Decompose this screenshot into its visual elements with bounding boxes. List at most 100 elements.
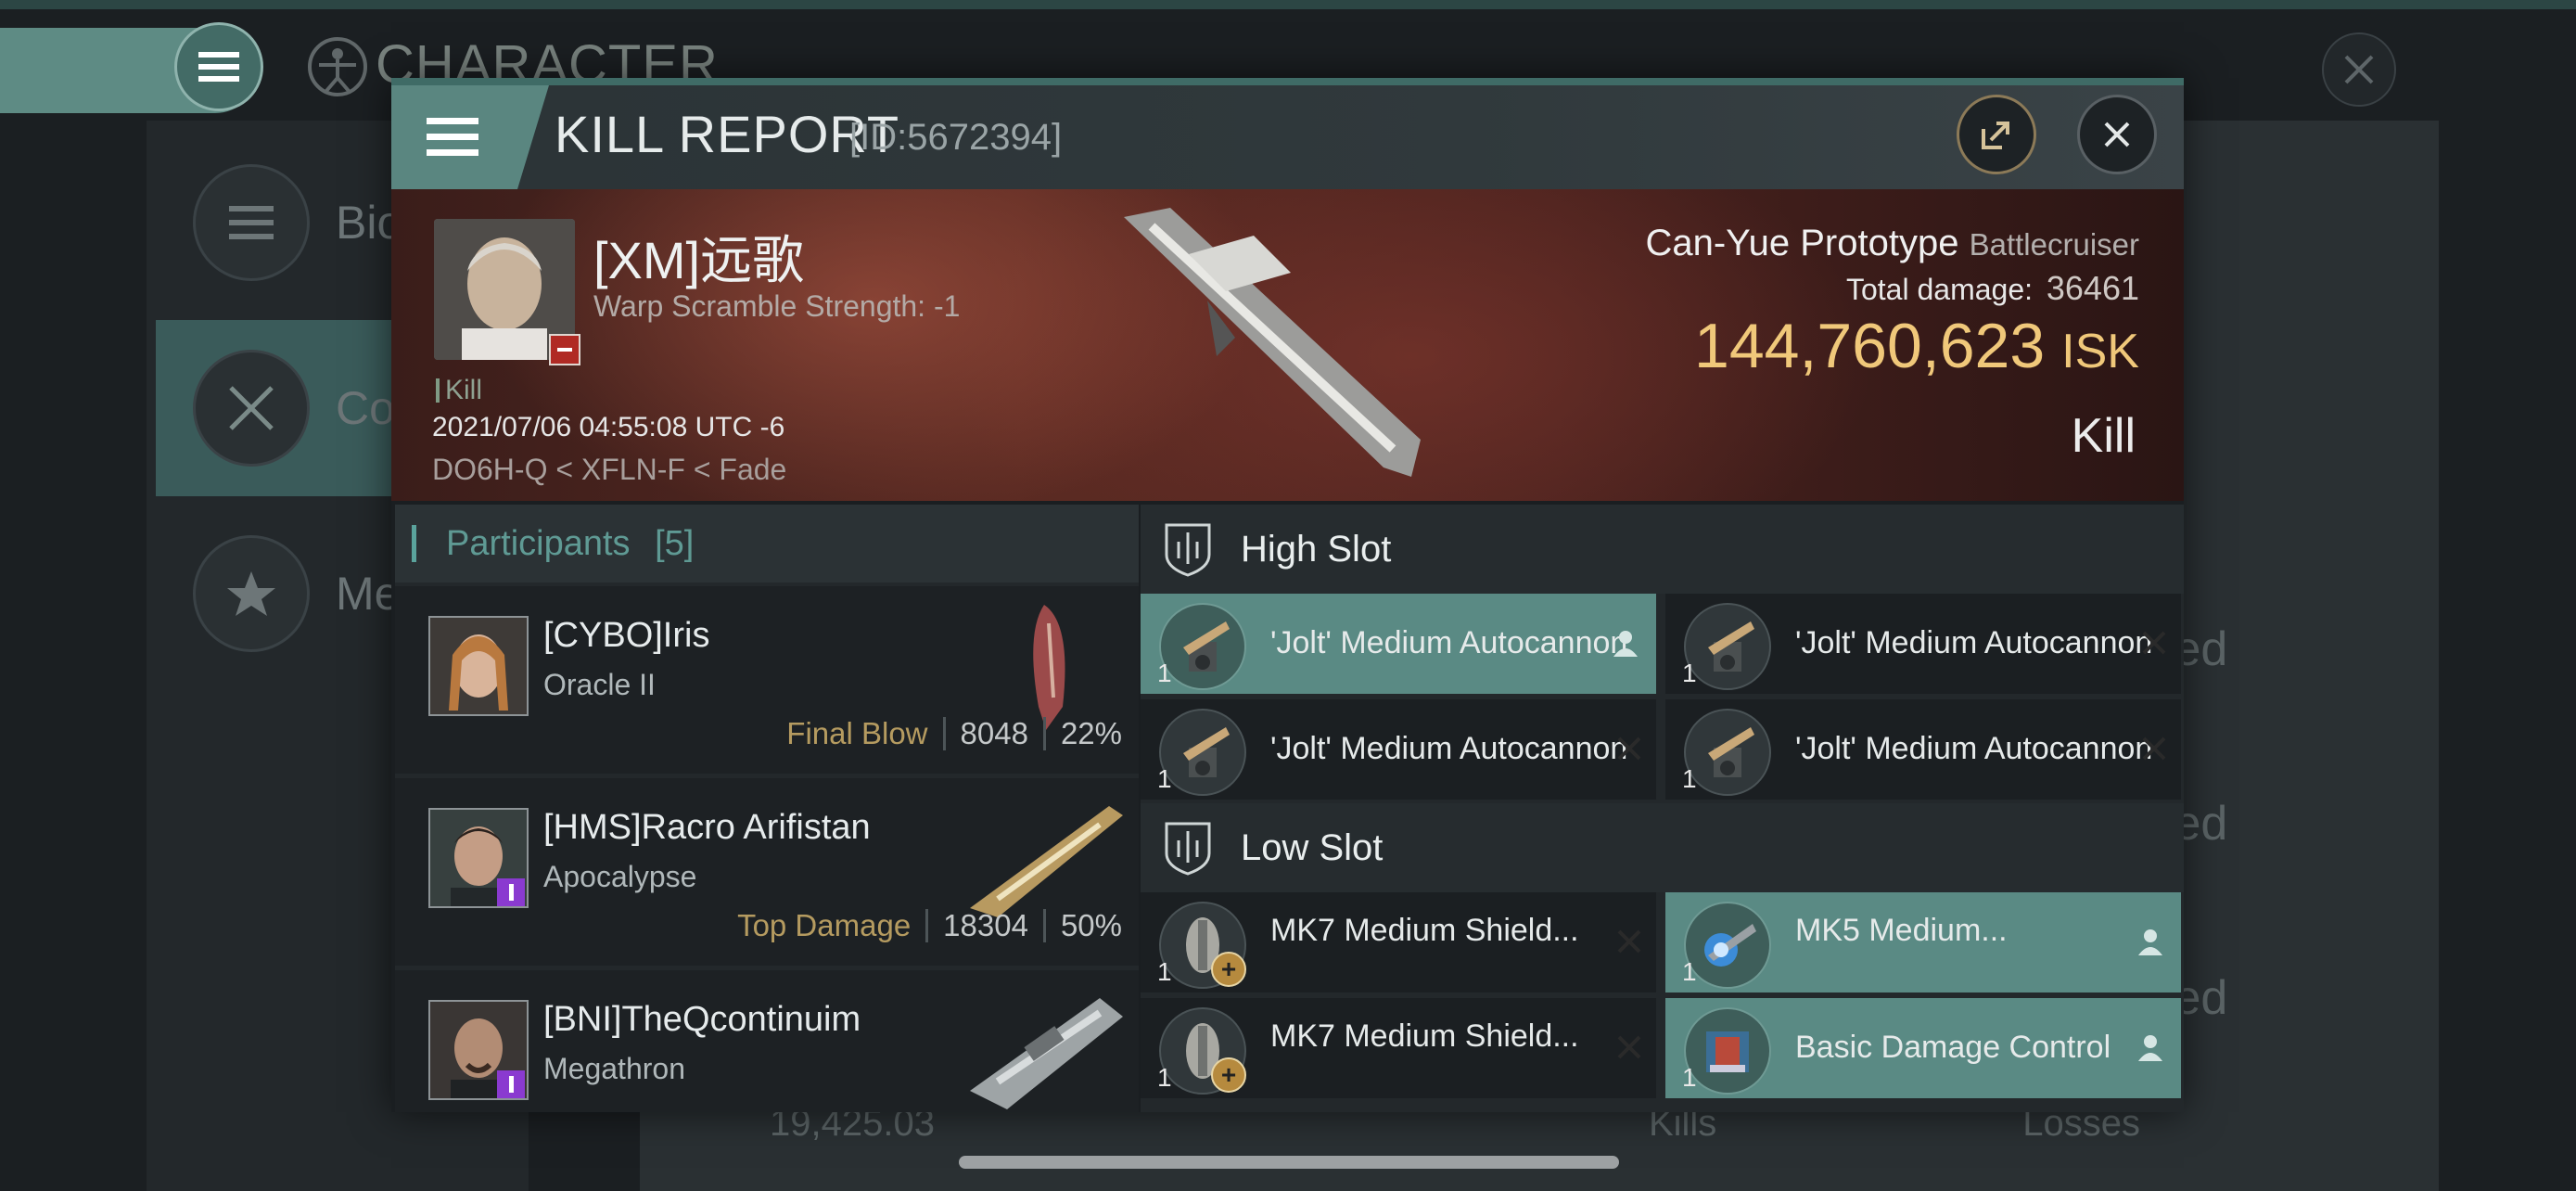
participant-portrait [428, 616, 529, 716]
high-slot-label: High Slot [1241, 528, 1392, 570]
participant-ship-image [970, 998, 1123, 1109]
home-indicator[interactable] [959, 1156, 1619, 1169]
participant-ship-image [970, 806, 1123, 917]
person-icon [2138, 1035, 2162, 1061]
character-close-button[interactable] [2322, 32, 2396, 107]
victim-banner: [XM]远歌 Warp Scramble Strength: -1 Kill 2… [391, 189, 2184, 501]
participant-row[interactable]: [HMS]Racro Arifistan Apocalypse Top Dama… [395, 778, 1139, 966]
module-qty: 1 [1157, 1063, 1172, 1092]
kill-tag: Kill [436, 375, 482, 406]
participants-header: Participants [5] [395, 505, 1139, 583]
plus-badge-icon: + [1211, 952, 1246, 987]
standing-negative-badge [549, 334, 580, 365]
participant-percent: 22% [1060, 716, 1122, 750]
dialog-accent-line [391, 78, 2184, 85]
isk-value: 144,760,623 ISK [1694, 310, 2139, 382]
isk-amount: 144,760,623 [1694, 311, 2046, 381]
total-damage: Total damage: 36461 [1846, 269, 2139, 308]
dialog-title: KILL REPORT [555, 105, 900, 163]
autocannon-icon [1684, 603, 1771, 690]
module-item[interactable]: 1 'Jolt' Medium Autocannon [1665, 699, 2181, 800]
participant-ship: Apocalypse [543, 860, 697, 893]
tab-bio-icon-wrap [193, 164, 310, 281]
corp-badge [497, 1070, 525, 1098]
participant-row[interactable]: [BNI]TheQcontinuim Megathron [395, 970, 1139, 1112]
participant-stats: Final Blow 8048 22% [786, 716, 1122, 751]
participant-tag: Top Damage [737, 908, 912, 942]
total-damage-value: 36461 [2046, 269, 2139, 307]
module-qty: 1 [1682, 659, 1697, 687]
destroyed-x-icon [1617, 736, 1641, 761]
module-item[interactable]: + 1 MK7 Medium Shield... [1141, 998, 1656, 1098]
kill-report-dialog: KILL REPORT [ID:5672394] [XM]远歌 Warp Scr… [391, 78, 2184, 1112]
autocannon-icon [1159, 709, 1246, 796]
vitruvian-man-icon [308, 37, 367, 96]
low-slot-icon [1165, 822, 1211, 876]
victim-name[interactable]: [XM]远歌 [593, 219, 804, 294]
plus-badge-icon: + [1211, 1057, 1246, 1093]
damage-control-icon [1684, 1007, 1771, 1095]
module-item[interactable]: + 1 MK7 Medium Shield... [1141, 892, 1656, 992]
low-slot-label: Low Slot [1241, 826, 1384, 868]
module-name: 'Jolt' Medium Autocannon [1795, 625, 2153, 660]
module-item[interactable]: 1 Basic Damage Control [1665, 998, 2181, 1098]
module-qty: 1 [1682, 957, 1697, 986]
ship-name[interactable]: Can-Yue Prototype [1645, 223, 1958, 263]
star-icon [227, 571, 275, 616]
module-name: 'Jolt' Medium Autocannon [1270, 731, 1628, 766]
shield-booster-icon [1684, 902, 1771, 989]
module-item[interactable]: 1 'Jolt' Medium Autocannon [1141, 699, 1656, 800]
dialog-close-button[interactable] [2077, 95, 2157, 174]
destroyed-x-icon [1617, 1035, 1641, 1059]
participant-row[interactable]: [CYBO]Iris Oracle II Final Blow 8048 22% [395, 586, 1139, 774]
module-name: 'Jolt' Medium Autocannon [1270, 625, 1628, 660]
module-qty: 1 [1682, 764, 1697, 793]
kill-location[interactable]: DO6H-Q < XFLN-F < Fade [432, 453, 786, 487]
participant-name: [CYBO]Iris [543, 616, 710, 655]
module-qty: 1 [1157, 659, 1172, 687]
participants-label: Participants [5] [446, 523, 695, 563]
share-icon [1982, 122, 2009, 149]
module-item[interactable]: 1 MK5 Medium... [1665, 892, 2181, 992]
participant-ship: Megathron [543, 1052, 685, 1085]
module-name: 'Jolt' Medium Autocannon [1795, 731, 2153, 766]
participant-damage: 8048 [960, 716, 1028, 750]
tab-combat-icon-wrap [193, 350, 310, 467]
autocannon-icon [1159, 603, 1246, 690]
hamburger-icon [198, 52, 239, 82]
low-slot-header: Low Slot [1141, 803, 2184, 892]
fitting-panel: High Slot 1 'Jolt' Medium Autocannon 1 '… [1141, 505, 2184, 1112]
person-icon [2138, 929, 2162, 955]
participant-stats: Top Damage 18304 50% [737, 908, 1122, 943]
participant-damage: 18304 [943, 908, 1028, 942]
result-label: Kill [2071, 409, 2136, 463]
participant-tag: Final Blow [786, 716, 928, 750]
autocannon-icon [1684, 709, 1771, 796]
close-icon [2344, 55, 2374, 84]
module-qty: 1 [1682, 1063, 1697, 1092]
module-item[interactable]: 1 'Jolt' Medium Autocannon [1141, 594, 1656, 694]
share-button[interactable] [1957, 95, 2036, 174]
victim-subtitle: Warp Scramble Strength: -1 [593, 289, 961, 323]
module-name: Basic Damage Control [1795, 1030, 2111, 1065]
corp-badge [497, 878, 525, 906]
tab-medals-icon-wrap [193, 535, 310, 652]
module-name: MK7 Medium Shield... [1270, 1018, 1579, 1054]
module-qty: 1 [1157, 764, 1172, 793]
kill-time: 2021/07/06 04:55:08 UTC -6 [432, 412, 785, 442]
participants-panel: Participants [5] [CYBO]Iris Oracle II Fi… [395, 505, 1139, 1112]
ship-info: Can-Yue Prototype Battlecruiser [1645, 223, 2139, 264]
participant-ship-image [1033, 605, 1065, 730]
destroyed-x-icon [2142, 631, 2166, 655]
module-name: MK7 Medium Shield... [1270, 913, 1579, 948]
module-qty: 1 [1157, 957, 1172, 986]
top-accent-line [0, 0, 2576, 9]
high-slot-header: High Slot [1141, 505, 2184, 594]
list-icon [229, 206, 274, 239]
participant-percent: 50% [1060, 908, 1122, 942]
destroyed-x-icon [1617, 929, 1641, 954]
module-item[interactable]: 1 'Jolt' Medium Autocannon [1665, 594, 2181, 694]
participant-name: [BNI]TheQcontinuim [543, 1000, 861, 1039]
isk-unit: ISK [2061, 325, 2139, 378]
main-menu-button[interactable] [174, 22, 263, 111]
